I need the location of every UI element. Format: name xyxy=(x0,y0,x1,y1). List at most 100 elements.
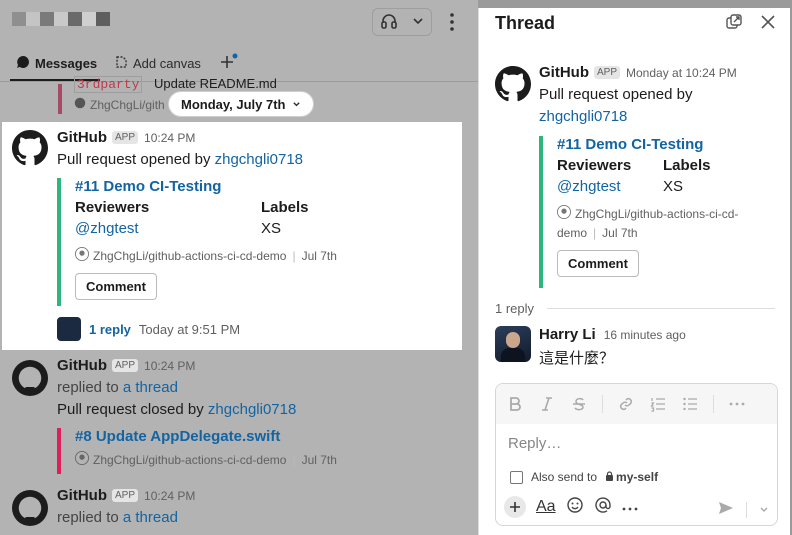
timestamp[interactable]: 10:24 PM xyxy=(144,489,195,503)
labels-label: Labels xyxy=(261,199,309,216)
attachment-footer: ZhgChgLi/github-actions-ci-cd-demo | Jul 7… xyxy=(75,247,437,264)
footer-date: Jul 7th xyxy=(301,248,337,263)
channel-avatar-pixelated xyxy=(12,12,110,26)
sender-name[interactable]: GitHub xyxy=(57,487,107,504)
replied-text: replied to xyxy=(57,379,123,396)
partial-message: 3rdparty Update README.md xyxy=(74,76,277,93)
date-divider-pill[interactable]: Monday, July 7th xyxy=(168,91,314,117)
avatar[interactable] xyxy=(495,326,531,362)
canvas-icon xyxy=(114,55,128,72)
huddle-button[interactable] xyxy=(372,8,432,36)
pr-title-link[interactable]: #11 Demo CI-Testing xyxy=(557,136,759,153)
reviewers-field: Reviewers @zhgtest xyxy=(75,199,261,237)
github-avatar[interactable] xyxy=(12,360,48,396)
chevron-down-icon[interactable] xyxy=(759,502,769,519)
github-icon xyxy=(74,97,86,112)
sender-name[interactable]: GitHub xyxy=(57,357,107,374)
toolbar-divider xyxy=(602,395,603,413)
reviewer-link[interactable]: @zhgtest xyxy=(557,178,663,195)
pr-title-link[interactable]: #11 Demo CI-Testing xyxy=(75,178,437,195)
attachment-fields: Reviewers @zhgtest Labels XS xyxy=(75,199,437,237)
github-icon xyxy=(12,360,48,396)
comment-button[interactable]: Comment xyxy=(75,273,157,300)
reviewers-label: Reviewers xyxy=(75,199,150,216)
message-body: Pull request opened by xyxy=(57,151,215,168)
user-link[interactable]: zhgchgli0718 xyxy=(539,108,627,125)
toolbar-divider xyxy=(713,395,714,413)
sender-name[interactable]: GitHub xyxy=(57,129,107,146)
tab-add-canvas[interactable]: Add canvas xyxy=(114,55,201,72)
github-icon xyxy=(75,247,89,264)
github-icon xyxy=(75,451,89,468)
app-badge: APP xyxy=(112,131,139,144)
sender-name[interactable]: GitHub xyxy=(539,64,589,81)
mention-icon[interactable] xyxy=(594,496,612,518)
labels-field: Labels XS xyxy=(261,199,309,237)
thread-replies-bar[interactable]: 1 reply Today at 9:51 PM xyxy=(57,317,240,341)
message-text: Pull request closed by zhgchgli0718 xyxy=(57,401,296,418)
timestamp[interactable]: 16 minutes ago xyxy=(604,328,686,342)
github-avatar[interactable] xyxy=(12,490,48,526)
reply-count-link[interactable]: 1 reply xyxy=(89,322,131,337)
headphones-icon xyxy=(380,12,398,33)
link-icon[interactable] xyxy=(617,395,635,413)
send-icon[interactable] xyxy=(718,500,734,520)
sender-name[interactable]: Harry Li xyxy=(539,326,596,343)
github-icon xyxy=(12,490,48,526)
emoji-icon[interactable] xyxy=(566,496,584,518)
reviewer-link[interactable]: @zhgtest xyxy=(75,220,261,237)
timestamp[interactable]: 10:24 PM xyxy=(144,359,195,373)
message-body: Pull request closed by xyxy=(57,401,208,418)
chevron-down-icon xyxy=(292,97,301,112)
chevron-down-icon[interactable] xyxy=(412,14,424,30)
reply-divider xyxy=(547,308,775,309)
bullet-list-icon[interactable] xyxy=(681,395,699,413)
lock-icon xyxy=(605,470,614,484)
also-send-label: Also send to xyxy=(531,470,598,484)
message-closed-pr[interactable]: GitHub APP 10:24 PM replied to a thread Pu… xyxy=(0,356,462,476)
thread-link[interactable]: a thread xyxy=(123,509,178,526)
reviewers-label: Reviewers xyxy=(557,157,632,174)
channel-name: my-self xyxy=(616,470,659,484)
repo-name-cont[interactable]: demo xyxy=(557,226,587,240)
more-icon[interactable] xyxy=(728,395,746,413)
github-avatar[interactable] xyxy=(12,130,48,166)
plus-icon[interactable] xyxy=(218,53,238,77)
also-send-checkbox[interactable] xyxy=(510,470,523,484)
replied-text: replied to xyxy=(57,509,123,526)
tab-add-canvas-label: Add canvas xyxy=(133,56,201,71)
thread-link[interactable]: a thread xyxy=(123,379,178,396)
more-icon[interactable] xyxy=(444,10,460,34)
ordered-list-icon[interactable] xyxy=(649,395,667,413)
parent-text: Pull request opened by xyxy=(539,86,693,103)
reply-input[interactable]: Reply… xyxy=(508,435,561,452)
more-icon[interactable] xyxy=(622,499,638,516)
label-value: XS xyxy=(261,220,282,237)
repo-name[interactable]: ZhgChgLi/github-actions-ci-cd-demo xyxy=(93,453,286,467)
italic-icon[interactable] xyxy=(538,395,556,413)
message-reply[interactable]: GitHub APP 10:24 PM replied to a thread xyxy=(0,486,462,535)
format-toggle-icon[interactable]: Aa xyxy=(536,498,556,516)
tab-messages[interactable]: Messages xyxy=(16,55,97,72)
plus-icon[interactable] xyxy=(504,496,526,518)
timestamp[interactable]: Monday at 10:24 PM xyxy=(626,66,737,80)
message-header: GitHub APP 10:24 PM xyxy=(57,357,195,374)
repo-name[interactable]: ZhgChgLi/github-actions-ci-cd- xyxy=(575,207,738,221)
strike-icon[interactable] xyxy=(570,395,588,413)
repo-name[interactable]: ZhgChgLi/github-actions-ci-cd-demo xyxy=(93,249,286,263)
message-header: GitHub APP 10:24 PM xyxy=(57,129,195,146)
date-label: Monday, July 7th xyxy=(181,96,286,112)
comment-button[interactable]: Comment xyxy=(557,250,639,277)
thread-title: Thread xyxy=(495,13,556,33)
open-window-icon[interactable] xyxy=(723,11,745,33)
user-link[interactable]: zhgchgli0718 xyxy=(215,151,303,168)
pr-title-link[interactable]: #8 Update AppDelegate.swift xyxy=(75,428,437,445)
replied-to-line: replied to a thread xyxy=(57,379,178,396)
timestamp[interactable]: 10:24 PM xyxy=(144,131,195,145)
close-icon[interactable] xyxy=(757,11,779,33)
github-icon xyxy=(495,66,531,102)
highlighted-message[interactable]: GitHub APP 10:24 PM Pull request opened by… xyxy=(2,122,462,350)
bold-icon[interactable] xyxy=(506,395,524,413)
github-avatar[interactable] xyxy=(495,66,531,102)
user-link[interactable]: zhgchgli0718 xyxy=(208,401,296,418)
